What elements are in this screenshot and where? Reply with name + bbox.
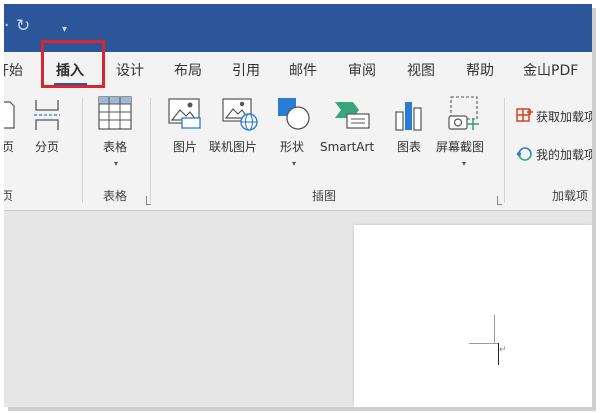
group-separator — [504, 98, 505, 203]
watermark-logo-icon — [482, 376, 498, 392]
margin-corner-mark — [494, 315, 495, 343]
shapes-dropdown-icon[interactable]: ▾ — [292, 160, 296, 168]
shapes-icon[interactable] — [276, 96, 312, 132]
online-pictures-icon[interactable] — [222, 98, 260, 132]
page-break-label[interactable]: 分页 — [35, 140, 59, 154]
table-button-label[interactable]: 表格 — [103, 140, 127, 154]
window-shadow — [592, 8, 596, 410]
screenshot-dropdown-icon[interactable]: ▾ — [462, 160, 466, 168]
chart-icon[interactable] — [395, 98, 423, 132]
pages-item-label[interactable]: 页 — [4, 140, 14, 154]
chart-label[interactable]: 图表 — [397, 140, 421, 154]
pages-group-label: 页 — [4, 189, 14, 203]
tab-view[interactable]: 视图 — [407, 62, 435, 80]
paragraph-mark-icon: ↵ — [499, 345, 507, 355]
smartart-label[interactable]: SmartArt — [320, 140, 374, 154]
tab-design[interactable]: 设计 — [116, 62, 144, 80]
cover-page-icon[interactable] — [4, 100, 18, 130]
illustrations-group-label: 插图 — [312, 189, 337, 203]
page-break-icon[interactable] — [32, 98, 62, 132]
table-dropdown-icon[interactable]: ▾ — [114, 160, 118, 168]
customize-qat-icon[interactable]: ▾ — [62, 20, 67, 40]
ribbon-insert-panel: 页 分页 页 表格 ▾ 表格 图片 联机图片 形状 ▾ SmartArt 图表 … — [4, 92, 592, 211]
tab-kingsoft-pdf[interactable]: 金山PDF — [523, 62, 578, 80]
get-addins-label[interactable]: 获取加载项 — [536, 110, 592, 124]
online-pictures-label[interactable]: 联机图片 — [209, 140, 257, 154]
group-bracket — [497, 196, 502, 205]
screenshot-icon[interactable] — [446, 96, 482, 134]
margin-corner-mark — [469, 343, 499, 344]
redo-icon[interactable]: ↻ — [16, 16, 30, 36]
watermark: 悟空问答 — [480, 370, 592, 400]
my-addins-label[interactable]: 我的加载项 — [536, 148, 592, 162]
screenshot-label[interactable]: 屏幕截图 — [436, 140, 484, 154]
pictures-label[interactable]: 图片 — [173, 140, 197, 154]
smartart-icon[interactable] — [333, 100, 373, 130]
addins-group-label: 加载项 — [552, 189, 589, 203]
my-addins-icon[interactable] — [516, 145, 536, 163]
tab-review[interactable]: 审阅 — [348, 62, 376, 80]
watermark-text: 悟空问答 — [506, 379, 571, 398]
table-icon[interactable] — [98, 96, 132, 132]
tab-help[interactable]: 帮助 — [466, 62, 494, 80]
tab-references[interactable]: 引用 — [232, 62, 260, 80]
window-shadow — [8, 407, 596, 411]
group-separator — [82, 98, 83, 203]
store-icon[interactable] — [516, 108, 534, 126]
word-window: · ↻ ▾ 开始 插入 设计 布局 引用 邮件 审阅 视图 帮助 金山PDF 页… — [4, 4, 592, 407]
tab-home[interactable]: 开始 — [4, 62, 23, 80]
shapes-label[interactable]: 形状 — [280, 140, 304, 154]
tab-layout[interactable]: 布局 — [174, 62, 202, 80]
tab-mailings[interactable]: 邮件 — [289, 62, 317, 80]
qat-item-partial[interactable]: · — [4, 16, 9, 36]
pictures-icon[interactable] — [168, 98, 204, 130]
group-separator — [150, 98, 151, 203]
tables-group-label: 表格 — [103, 189, 128, 203]
insert-tab-highlight — [41, 40, 105, 88]
